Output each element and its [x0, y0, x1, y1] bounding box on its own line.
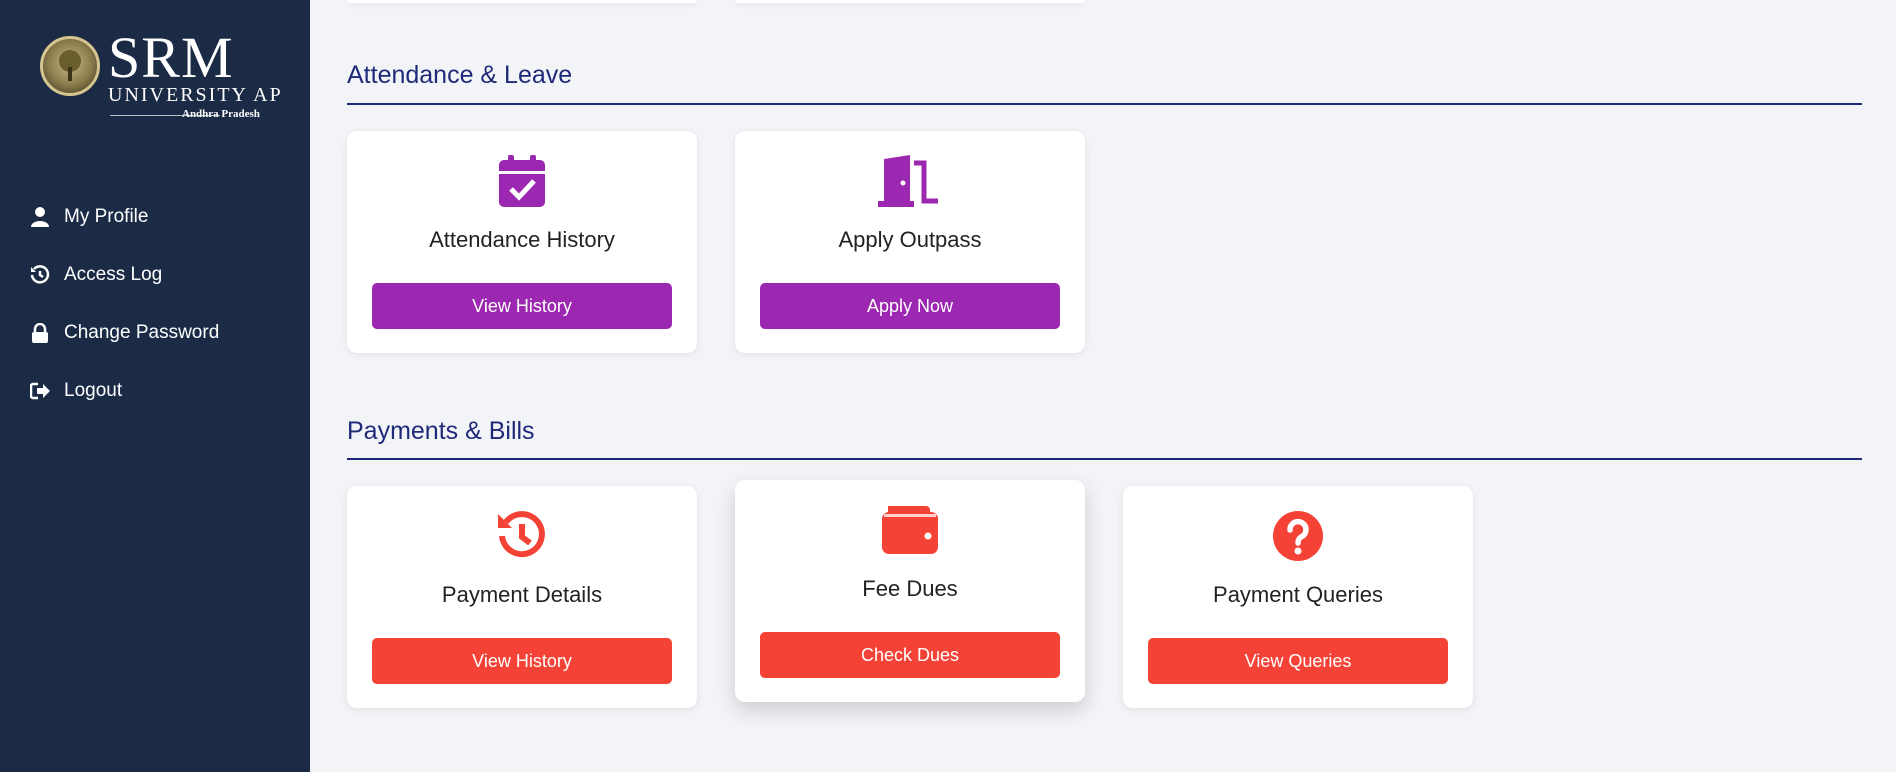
- section-title-attendance: Attendance & Leave: [347, 61, 573, 89]
- sidebar-item-my-profile[interactable]: My Profile: [0, 188, 310, 246]
- sidebar-item-label: My Profile: [64, 206, 149, 227]
- card-title: Fee Dues: [862, 576, 958, 601]
- wallet-icon: [735, 504, 1085, 556]
- clock-history-icon: [347, 510, 697, 562]
- university-logo[interactable]: SRM UNIVERSITY AP Andhra Pradesh: [40, 25, 281, 126]
- card-title: Payment Queries: [1213, 582, 1383, 607]
- main-content: Attendance & Leave Attendance History Vi…: [347, 0, 1862, 772]
- sidebar-item-access-log[interactable]: Access Log: [0, 246, 310, 304]
- calendar-check-icon: [347, 155, 697, 207]
- card-fee-dues: Fee Dues Check Dues: [735, 480, 1085, 702]
- logo-name: SRM: [108, 25, 234, 90]
- sidebar-nav: My Profile Access Log Change Password Lo…: [0, 188, 310, 420]
- door-open-icon: [735, 155, 1085, 207]
- university-seal-icon: [40, 36, 100, 96]
- view-history-button[interactable]: View History: [372, 283, 672, 329]
- history-icon: [30, 265, 50, 285]
- card-title: Payment Details: [441, 582, 603, 607]
- section-divider: [347, 458, 1862, 460]
- card-stub: [347, 0, 697, 3]
- card-attendance-history: Attendance History View History: [347, 131, 697, 353]
- section-title-payments: Payments & Bills: [347, 417, 535, 445]
- lock-icon: [30, 323, 50, 343]
- sidebar-item-change-password[interactable]: Change Password: [0, 304, 310, 362]
- sidebar-item-label: Access Log: [64, 264, 163, 285]
- apply-now-button[interactable]: Apply Now: [760, 283, 1060, 329]
- logo-subtitle: UNIVERSITY AP: [108, 84, 283, 106]
- sidebar-item-logout[interactable]: Logout: [0, 362, 310, 420]
- section-divider: [347, 103, 1862, 105]
- logout-icon: [30, 381, 50, 401]
- check-dues-button[interactable]: Check Dues: [760, 632, 1060, 678]
- card-apply-outpass: Apply Outpass Apply Now: [735, 131, 1085, 353]
- user-icon: [30, 207, 50, 227]
- card-payment-queries: Payment Queries View Queries: [1123, 486, 1473, 708]
- card-title: Apply Outpass: [838, 227, 982, 252]
- card-stub: [735, 0, 1085, 3]
- sidebar-item-label: Logout: [64, 380, 123, 401]
- question-circle-icon: [1123, 510, 1473, 562]
- card-payment-details: Payment Details View History: [347, 486, 697, 708]
- sidebar: SRM UNIVERSITY AP Andhra Pradesh My Prof…: [0, 0, 310, 772]
- view-queries-button[interactable]: View Queries: [1148, 638, 1448, 684]
- logo-state: Andhra Pradesh: [182, 108, 260, 120]
- view-history-button[interactable]: View History: [372, 638, 672, 684]
- card-title: Attendance History: [429, 227, 615, 252]
- sidebar-item-label: Change Password: [64, 322, 220, 343]
